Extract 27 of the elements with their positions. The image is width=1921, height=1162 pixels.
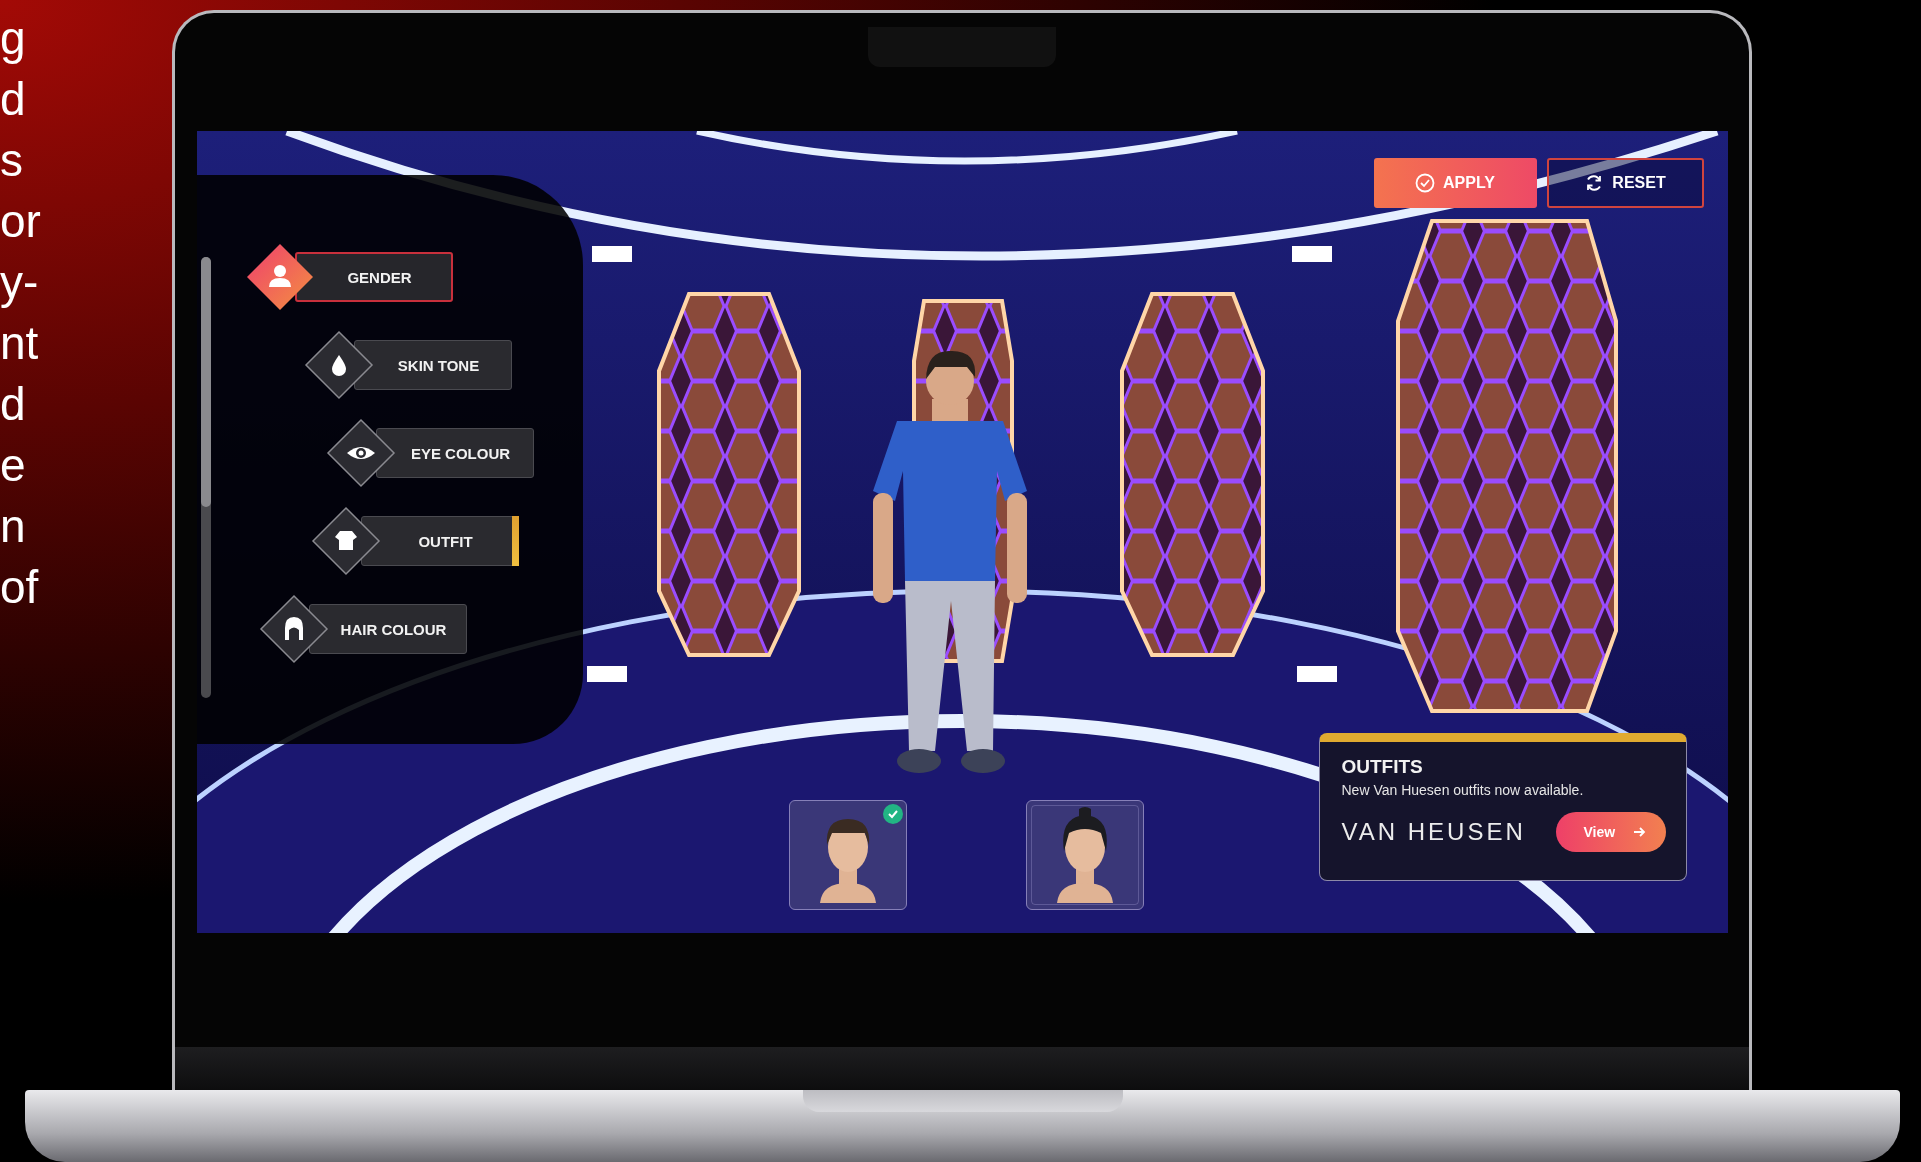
eye-icon [325, 418, 396, 488]
menu-item[interactable]: EYE COLOUR [325, 418, 534, 488]
check-circle-icon [1415, 173, 1436, 193]
menu-item[interactable]: SKIN TONE [303, 330, 512, 400]
menu-item[interactable]: GENDER [244, 242, 453, 312]
slide-text: y- [0, 255, 39, 310]
menu-item[interactable]: OUTFIT [310, 506, 519, 576]
shirt-icon [310, 506, 381, 576]
slide-text: s [0, 133, 23, 188]
promo-title: OUTFITS [1341, 756, 1423, 778]
slide-text: n [0, 499, 26, 554]
slide-text: nt [0, 316, 39, 371]
promo-message: New Van Huesen outfits now available. [1341, 782, 1584, 798]
slide-text: of [0, 560, 39, 615]
slide-text: or [0, 194, 41, 249]
slide-text: d [0, 377, 26, 432]
slide-text: g [0, 11, 26, 66]
avatar-option[interactable] [788, 800, 907, 910]
action-button[interactable]: RESET [1546, 158, 1704, 208]
brand-name: VAN HEUSEN [1341, 818, 1526, 846]
menu-item[interactable]: HAIR COLOUR [258, 594, 467, 664]
head-icon [258, 594, 329, 664]
arrow-right-icon [1631, 825, 1646, 839]
slide-text: d [0, 72, 26, 127]
drop-icon [303, 330, 374, 400]
scrollbar[interactable] [200, 257, 211, 698]
slide-text: e [0, 438, 26, 493]
